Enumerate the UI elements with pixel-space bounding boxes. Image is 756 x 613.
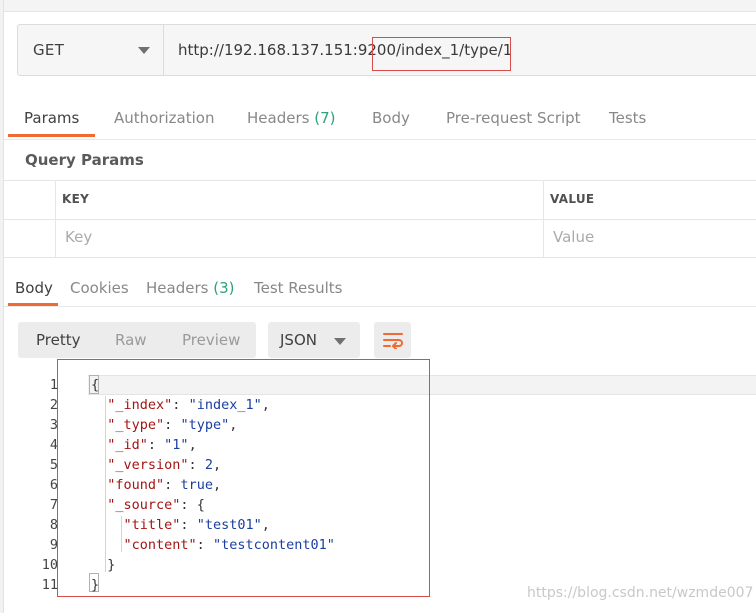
response-highlight-annotation (57, 359, 430, 597)
table-border (4, 257, 756, 258)
tab-label: Body (15, 279, 53, 297)
response-tab-cookies[interactable]: Cookies (70, 279, 129, 297)
chevron-down-icon (334, 338, 346, 345)
line-number: 10 (41, 557, 58, 573)
tab-pre-request-script[interactable]: Pre-request Script (446, 100, 581, 136)
method-select[interactable]: GET (18, 25, 164, 75)
tab-label: Headers (146, 279, 209, 297)
format-label: JSON (280, 331, 317, 349)
tab-label: Body (372, 109, 410, 127)
table-border (55, 180, 56, 258)
line-number: 5 (49, 457, 58, 473)
tab-label: Test Results (254, 279, 343, 297)
view-mode-group: Pretty Raw Preview (18, 322, 256, 358)
line-number: 11 (41, 577, 58, 593)
tab-authorization[interactable]: Authorization (114, 100, 214, 136)
tab-label: Params (24, 109, 80, 127)
tab-label: Pre-request Script (446, 109, 581, 127)
tab-label: Headers (247, 109, 310, 127)
divider (4, 139, 756, 140)
divider (4, 306, 756, 307)
line-number: 9 (49, 537, 58, 553)
tab-headers[interactable]: Headers (7) (247, 100, 335, 136)
tab-body[interactable]: Body (372, 100, 410, 136)
watermark: https://blog.csdn.net/wzmde007 (527, 585, 754, 601)
response-tab-body[interactable]: Body (15, 279, 53, 297)
line-number: 6 (49, 477, 58, 493)
response-tab-headers[interactable]: Headers (3) (146, 279, 234, 297)
chevron-down-icon (138, 47, 150, 54)
value-input[interactable]: Value (553, 228, 594, 246)
headers-count: (3) (213, 279, 235, 297)
raw-button[interactable]: Raw (115, 322, 147, 358)
table-border (543, 180, 544, 258)
tab-label: Cookies (70, 279, 129, 297)
wrap-lines-icon (382, 333, 403, 349)
tab-tests[interactable]: Tests (609, 100, 646, 136)
column-header-value: VALUE (550, 192, 595, 206)
wrap-lines-button[interactable] (374, 322, 411, 358)
line-number: 8 (49, 517, 58, 533)
format-select[interactable]: JSON (268, 322, 360, 358)
url-highlight-annotation (372, 37, 511, 71)
window-top-strip (0, 0, 756, 12)
tab-label: Authorization (114, 109, 215, 127)
active-tab-indicator (8, 134, 95, 137)
method-label: GET (33, 41, 65, 59)
response-tab-test-results[interactable]: Test Results (254, 279, 342, 297)
headers-count: (7) (314, 109, 336, 127)
request-tabs: Params Authorization Headers (7) Body Pr… (0, 100, 756, 138)
line-number: 1 (49, 377, 58, 393)
query-params-table: KEY VALUE Key Value (4, 180, 756, 258)
table-border (4, 180, 756, 181)
line-number: 4 (49, 437, 58, 453)
line-number: 7 (49, 497, 58, 513)
tab-label: Tests (609, 109, 647, 127)
line-number: 2 (49, 397, 58, 413)
column-header-key: KEY (62, 192, 90, 206)
table-border (4, 219, 756, 220)
line-number: 3 (49, 417, 58, 433)
preview-button[interactable]: Preview (182, 322, 240, 358)
section-title: Query Params (25, 151, 144, 169)
key-input[interactable]: Key (65, 228, 92, 246)
pretty-button[interactable]: Pretty (36, 322, 81, 358)
tab-params[interactable]: Params (24, 100, 79, 136)
